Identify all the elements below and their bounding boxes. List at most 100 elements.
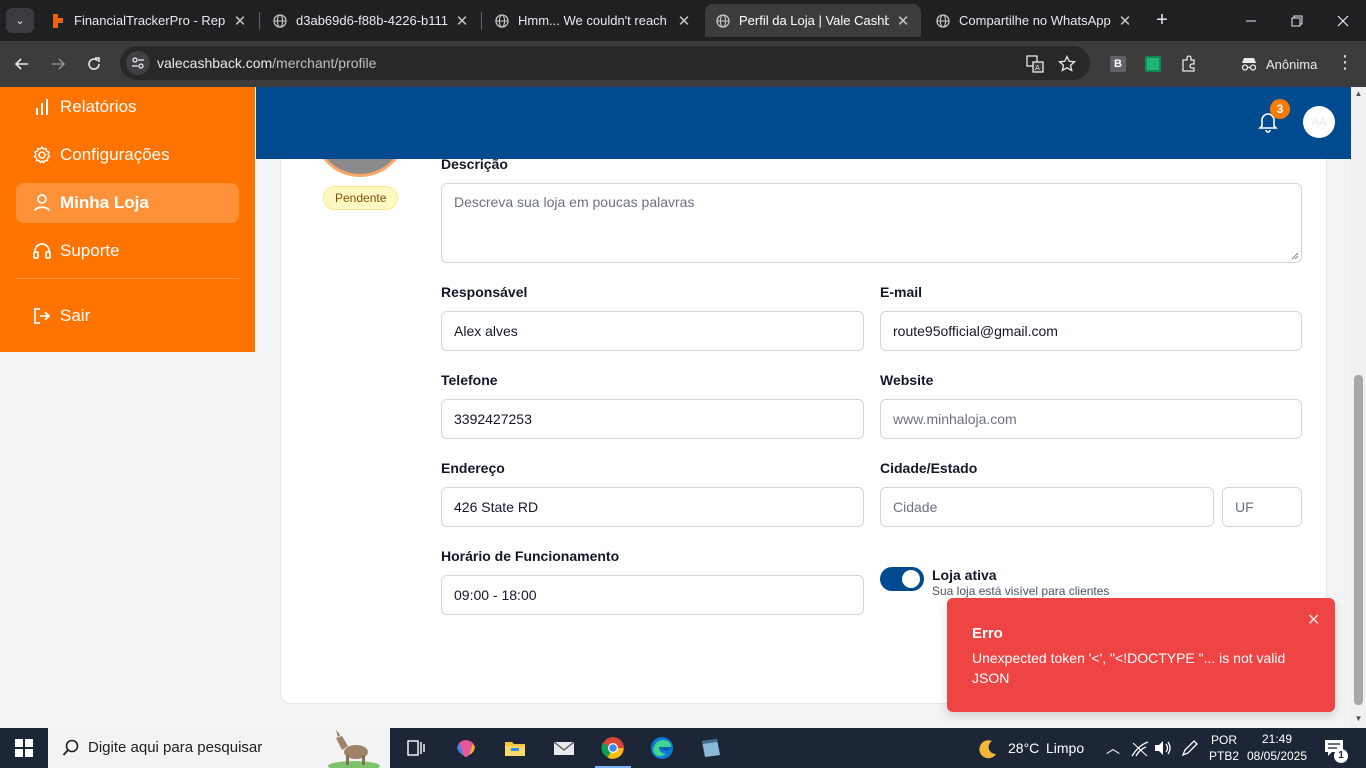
tab-uuid[interactable]: d3ab69d6-f88b-4226-b111- ✕ bbox=[262, 4, 480, 37]
avatar[interactable]: AA bbox=[1303, 106, 1335, 138]
app-button[interactable] bbox=[687, 728, 735, 768]
logout-icon bbox=[32, 306, 52, 326]
description-textarea[interactable]: Descreva sua loja em poucas palavras bbox=[441, 183, 1302, 263]
task-view-button[interactable] bbox=[392, 728, 440, 768]
close-tab-icon[interactable]: ✕ bbox=[895, 12, 911, 30]
address-bar[interactable]: valecashback.com/merchant/profile bbox=[120, 46, 1090, 80]
close-window-button[interactable] bbox=[1320, 0, 1366, 41]
back-button[interactable] bbox=[8, 50, 36, 78]
extensions-puzzle-icon[interactable] bbox=[1177, 52, 1201, 76]
edge-button[interactable] bbox=[638, 728, 686, 768]
sidebar-item-label: Configurações bbox=[60, 145, 170, 164]
sidebar: Relatórios Configurações Minha Loja Supo… bbox=[0, 87, 255, 352]
website-label: Website bbox=[880, 372, 934, 388]
horario-label: Horário de Funcionamento bbox=[441, 548, 620, 564]
status-badge: Pendente bbox=[323, 186, 399, 210]
tab-perfil-loja[interactable]: Perfil da Loja | Vale Cashback ✕ bbox=[705, 4, 921, 37]
taskbar-search-box[interactable]: Digite aqui para pesquisar bbox=[48, 728, 390, 768]
lang-secondary[interactable]: PTB2 bbox=[1206, 749, 1242, 763]
network-icon[interactable] bbox=[1131, 741, 1149, 757]
incognito-profile-button[interactable]: Anônima bbox=[1228, 49, 1330, 79]
responsavel-label: Responsável bbox=[441, 284, 528, 300]
sidebar-item-relatorios[interactable]: Relatórios bbox=[16, 87, 239, 127]
sidebar-item-configuracoes[interactable]: Configurações bbox=[16, 135, 239, 175]
mail-icon bbox=[553, 741, 575, 755]
close-tab-icon[interactable]: ✕ bbox=[454, 12, 470, 30]
browser-toolbar: valecashback.com/merchant/profile A B An… bbox=[0, 41, 1366, 87]
globe-icon bbox=[935, 13, 951, 29]
menu-dots-icon[interactable]: ⋮ bbox=[1336, 52, 1354, 73]
scroll-down-icon[interactable]: ▼ bbox=[1354, 715, 1363, 723]
notification-center-badge: 1 bbox=[1334, 749, 1348, 763]
extension-green-icon[interactable] bbox=[1141, 52, 1165, 76]
windows-start-button[interactable] bbox=[0, 728, 48, 768]
extension-b-icon[interactable]: B bbox=[1106, 52, 1130, 76]
chevron-up-icon[interactable]: ︿ bbox=[1106, 738, 1120, 758]
endereco-input[interactable]: 426 State RD bbox=[441, 487, 864, 527]
restore-icon bbox=[1291, 15, 1303, 26]
minimize-button[interactable] bbox=[1228, 0, 1274, 41]
tab-whatsapp[interactable]: Compartilhe no WhatsApp ✕ bbox=[925, 4, 1143, 37]
weather-temp[interactable]: 28°C bbox=[1008, 740, 1039, 756]
horario-input[interactable]: 09:00 - 18:00 bbox=[441, 575, 864, 615]
globe-icon bbox=[715, 13, 731, 29]
sidebar-item-sair[interactable]: Sair bbox=[16, 296, 239, 336]
headset-icon bbox=[32, 241, 52, 261]
sidebar-item-label: Minha Loja bbox=[60, 193, 149, 212]
site-info-icon[interactable] bbox=[126, 51, 150, 75]
volume-icon[interactable] bbox=[1154, 740, 1172, 756]
resize-grip-icon[interactable] bbox=[1291, 252, 1299, 260]
translate-icon[interactable]: A bbox=[1023, 52, 1047, 76]
weather-desc[interactable]: Limpo bbox=[1046, 740, 1084, 756]
new-tab-button[interactable]: + bbox=[1150, 8, 1174, 32]
endereco-label: Endereço bbox=[441, 460, 505, 476]
responsavel-value: Alex alves bbox=[454, 323, 518, 339]
clock-time[interactable]: 21:49 bbox=[1245, 732, 1309, 746]
page-scrollbar[interactable]: ▲ ▼ bbox=[1351, 87, 1366, 728]
close-tab-icon[interactable]: ✕ bbox=[1117, 12, 1133, 30]
arrow-right-icon bbox=[52, 58, 66, 70]
toast-title: Erro bbox=[972, 625, 1003, 642]
tab-replit[interactable]: FinancialTrackerPro - Replit ✕ bbox=[40, 4, 258, 37]
url-text: valecashback.com/merchant/profile bbox=[157, 55, 376, 71]
windows-taskbar: Digite aqui para pesquisar 28°C Limpo ︿ … bbox=[0, 728, 1366, 768]
bookmark-star-icon[interactable] bbox=[1055, 52, 1079, 76]
tab-title: Hmm... We couldn't reach this bbox=[518, 13, 670, 28]
close-icon[interactable]: ✕ bbox=[1307, 610, 1320, 630]
website-placeholder: www.minhaloja.com bbox=[893, 411, 1017, 427]
email-input[interactable]: route95official@gmail.com bbox=[880, 311, 1302, 351]
forward-button[interactable] bbox=[44, 50, 72, 78]
loja-ativa-toggle[interactable] bbox=[880, 567, 924, 591]
cidade-input[interactable]: Cidade bbox=[880, 487, 1214, 527]
toggle-knob bbox=[902, 570, 920, 588]
uf-input[interactable]: UF bbox=[1222, 487, 1302, 527]
uf-placeholder: UF bbox=[1235, 499, 1254, 515]
copilot-button[interactable] bbox=[442, 728, 490, 768]
chrome-button[interactable] bbox=[589, 728, 637, 768]
close-tab-icon[interactable]: ✕ bbox=[232, 12, 248, 30]
scroll-up-icon[interactable]: ▲ bbox=[1354, 90, 1363, 98]
sidebar-item-suporte[interactable]: Suporte bbox=[16, 231, 239, 271]
notification-badge: 3 bbox=[1270, 99, 1290, 119]
sidebar-divider bbox=[16, 278, 239, 279]
responsavel-input[interactable]: Alex alves bbox=[441, 311, 864, 351]
top-header: 3 AA bbox=[256, 87, 1351, 159]
clock-date[interactable]: 08/05/2025 bbox=[1245, 749, 1309, 763]
tab-title: Perfil da Loja | Vale Cashback bbox=[739, 13, 889, 28]
tab-list-button[interactable]: ⌄ bbox=[6, 8, 34, 33]
close-tab-icon[interactable]: ✕ bbox=[676, 12, 692, 30]
telefone-input[interactable]: 3392427253 bbox=[441, 399, 864, 439]
reload-button[interactable] bbox=[80, 50, 108, 78]
lang-primary[interactable]: POR bbox=[1206, 733, 1242, 747]
restore-button[interactable] bbox=[1274, 0, 1320, 41]
file-explorer-button[interactable] bbox=[491, 728, 539, 768]
scrollbar-thumb[interactable] bbox=[1354, 375, 1363, 705]
chrome-icon bbox=[601, 737, 624, 759]
website-input[interactable]: www.minhaloja.com bbox=[880, 399, 1302, 439]
sidebar-item-minha-loja[interactable]: Minha Loja bbox=[16, 183, 239, 223]
tab-unreachable[interactable]: Hmm... We couldn't reach this ✕ bbox=[484, 4, 702, 37]
pen-icon[interactable] bbox=[1181, 739, 1199, 757]
globe-icon bbox=[272, 13, 288, 29]
email-value: route95official@gmail.com bbox=[893, 323, 1058, 339]
mail-button[interactable] bbox=[540, 728, 588, 768]
